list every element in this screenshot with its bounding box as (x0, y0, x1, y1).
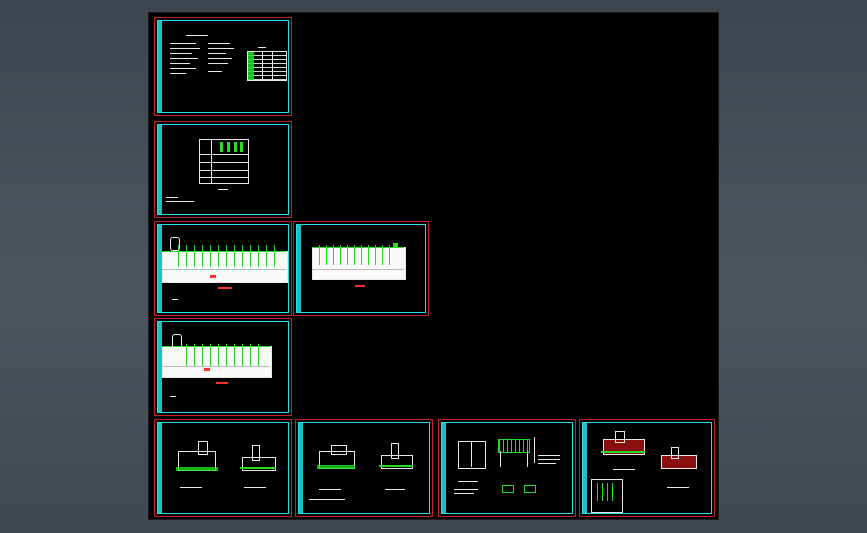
spec-line (538, 463, 556, 464)
transformer-symbol (172, 334, 182, 350)
drawing-sheet-3[interactable] (154, 221, 292, 316)
model-space-canvas[interactable] (148, 12, 719, 520)
notes-line (170, 73, 186, 74)
title-strip (158, 125, 162, 214)
feeder-lines (178, 245, 282, 267)
view-caption (458, 481, 478, 482)
panel-row-line (162, 366, 270, 367)
drawing-sheet-7[interactable] (295, 419, 433, 517)
drawing-sheet-8[interactable] (438, 419, 576, 517)
title-strip (583, 423, 587, 513)
panel-row-line (162, 269, 286, 270)
title-strip (158, 21, 162, 112)
equipment-detail (391, 443, 399, 459)
note-line (454, 493, 474, 494)
equipment-detail (252, 445, 260, 461)
table-note (166, 197, 178, 198)
cad-app-window: { "app": { "model_space": "model-space-c… (0, 0, 867, 533)
title-strip (297, 225, 301, 312)
drawing-sheet-4[interactable] (293, 221, 429, 316)
mast-symbol (534, 437, 535, 463)
drawing-sheet-6[interactable] (154, 419, 292, 517)
view-caption (667, 487, 689, 488)
busbar (312, 247, 404, 248)
sheet-border (157, 224, 289, 313)
meter-symbol (393, 243, 398, 248)
spec-line (538, 455, 560, 456)
notes-line (170, 48, 200, 49)
notes-line (208, 63, 228, 64)
sheet-border (441, 422, 573, 514)
notes-line (170, 58, 198, 59)
sheet-border (157, 124, 289, 215)
diagram-title (355, 285, 365, 287)
equipment-detail (331, 445, 347, 455)
notes-line (208, 48, 234, 49)
notes-line (170, 63, 190, 64)
diagram-note (170, 396, 176, 397)
title-strip (442, 423, 446, 513)
detail-symbol (502, 485, 514, 493)
panel-row-line (312, 269, 404, 270)
drawing-sheet-5[interactable] (154, 318, 292, 416)
sheet-border (157, 321, 289, 413)
equipment-base (176, 467, 218, 471)
view-caption (319, 489, 341, 490)
spec-line (538, 459, 560, 460)
feeder-lines (186, 344, 266, 366)
table-title (258, 47, 266, 48)
table-note (166, 201, 194, 202)
diagram-title (216, 382, 228, 384)
equipment-base (379, 465, 413, 467)
transformer-symbol (170, 237, 180, 251)
schematic-lines (597, 483, 617, 501)
view-caption (244, 487, 266, 488)
building-divider (471, 441, 472, 467)
view-caption (180, 487, 202, 488)
sheet-border (157, 20, 289, 113)
equipment-base (240, 467, 276, 469)
feeder-lines (319, 245, 391, 265)
drawing-sheet-2[interactable] (154, 121, 292, 218)
annotation-red (204, 368, 210, 371)
diagram-title (218, 287, 232, 289)
notes-line (170, 53, 192, 54)
equipment-detail (198, 441, 208, 455)
table-caption (218, 189, 228, 190)
equipment-table (247, 51, 287, 81)
sheet-border (157, 422, 289, 514)
notes-line (170, 68, 196, 69)
annotation-red (210, 275, 216, 278)
view-caption (613, 469, 635, 470)
detail-symbol (524, 485, 536, 493)
sheet-border (296, 224, 426, 313)
equipment-base (601, 451, 645, 453)
notes-title (186, 35, 208, 36)
notes-line (208, 71, 222, 72)
notes-line (208, 53, 226, 54)
sheet-border (298, 422, 430, 514)
support-frame (500, 451, 528, 467)
equipment-detail (671, 447, 679, 459)
note-line (454, 489, 478, 490)
notes-line (208, 58, 232, 59)
equipment-detail (615, 431, 625, 443)
notes-line (208, 43, 230, 44)
drawing-sheet-1[interactable] (154, 17, 292, 116)
notes-line (170, 43, 196, 44)
system-table (199, 139, 249, 184)
sheet-border (582, 422, 712, 514)
title-strip (299, 423, 303, 513)
diagram-note (172, 299, 178, 300)
equipment-side-view (661, 455, 697, 469)
drawing-sheet-9[interactable] (579, 419, 715, 517)
sheet-note (309, 499, 345, 500)
building-elevation (458, 441, 486, 469)
title-strip (158, 423, 162, 513)
equipment-base (317, 465, 355, 469)
view-caption (385, 489, 405, 490)
